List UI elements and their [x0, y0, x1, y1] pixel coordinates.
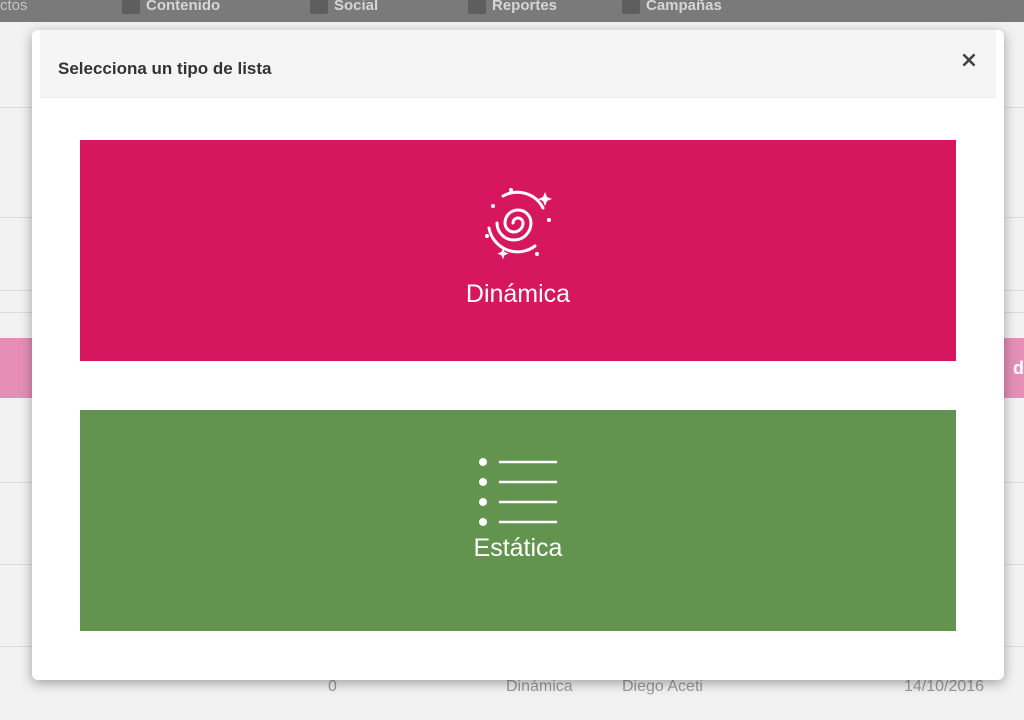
nav-item-reportes[interactable]: Reportes [468, 0, 557, 14]
chat-bubble-icon [310, 0, 328, 14]
nav-item-campanas[interactable]: Campañas [622, 0, 722, 14]
static-list-option[interactable]: Estática [80, 410, 956, 631]
header-fragment: d [1013, 358, 1024, 378]
person-icon [622, 0, 640, 14]
nav-item-social[interactable]: Social [310, 0, 378, 14]
static-option-label: Estática [473, 534, 563, 562]
dynamic-list-option[interactable]: Dinámica [80, 140, 956, 361]
modal-title: Selecciona un tipo de lista [58, 59, 272, 78]
spiral-galaxy-icon [485, 188, 552, 260]
document-icon [122, 0, 140, 14]
bullet-list-icon [479, 458, 557, 526]
row-type: Dinámica [506, 678, 573, 695]
nav-fragment: ctos [0, 0, 28, 14]
bar-chart-icon [468, 0, 486, 14]
row-count: 0 [328, 678, 337, 695]
dynamic-option-label: Dinámica [465, 280, 571, 308]
nav-item-contenido[interactable]: Contenido [122, 0, 220, 14]
modal-header: Selecciona un tipo de lista × [40, 30, 996, 98]
background-table-row: 0 Dinámica Diego Aceti 14/10/2016 [0, 678, 1024, 702]
row-date: 14/10/2016 [904, 678, 985, 695]
close-button[interactable]: × [956, 48, 982, 74]
row-owner: Diego Aceti [622, 678, 703, 695]
list-type-modal: Selecciona un tipo de lista × Dinámica E… [32, 30, 1004, 680]
background-top-nav: ctos Contenido Social Reportes Campañas [0, 0, 1024, 22]
